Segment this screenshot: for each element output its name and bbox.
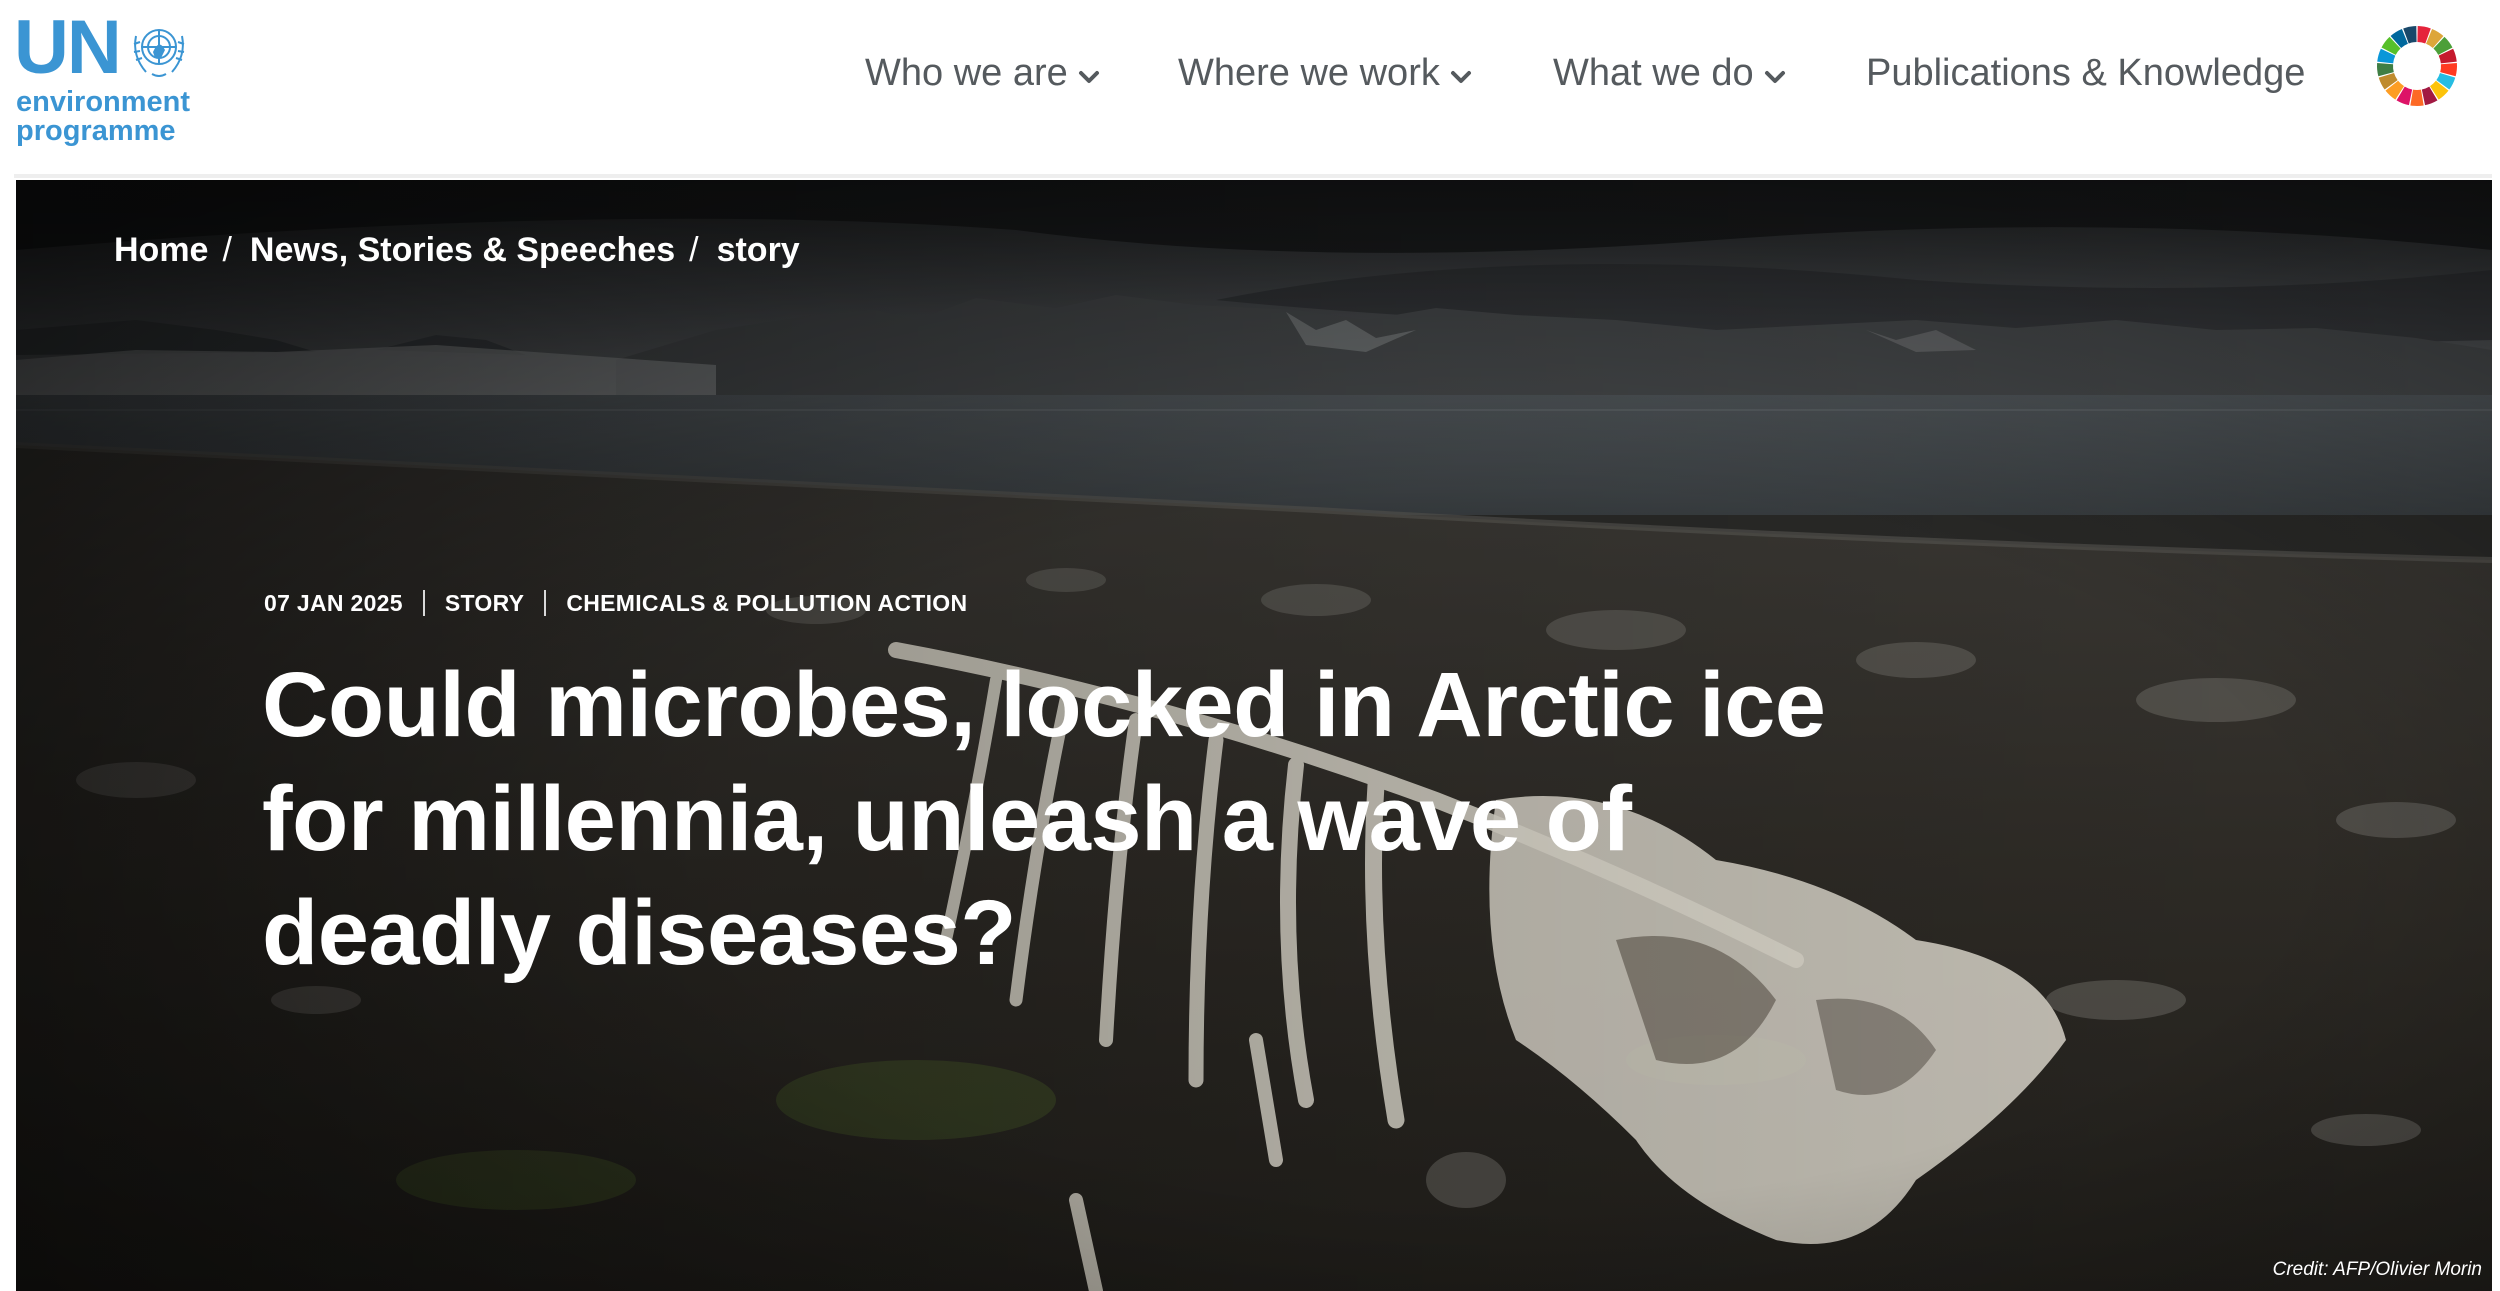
nav-label: Where we work	[1178, 52, 1440, 94]
chevron-down-icon	[1450, 71, 1471, 83]
article-date: 07 JAN 2025	[264, 589, 403, 616]
nav-label: What we do	[1553, 52, 1754, 94]
breadcrumb-home[interactable]: Home	[114, 231, 208, 270]
nav-what-we-do[interactable]: What we do	[1553, 48, 1786, 98]
sdg-wheel-segment	[2410, 89, 2424, 106]
article-type-link[interactable]: STORY	[445, 590, 524, 617]
article-topic-link[interactable]: CHEMICALS & POLLUTION ACTION	[566, 590, 967, 617]
breadcrumb-news-stories-speeches[interactable]: News, Stories & Speeches	[250, 231, 675, 270]
un-emblem-icon	[133, 29, 185, 77]
nav-who-we-are[interactable]: Who we are	[865, 48, 1100, 98]
nav-publications-knowledge[interactable]: Publications & Knowledge	[1866, 48, 2305, 98]
logo-wordmark: UN	[14, 5, 122, 90]
breadcrumb: Home / News, Stories & Speeches / story	[114, 230, 800, 270]
meta-divider	[422, 590, 425, 616]
nav-label: Publications & Knowledge	[1866, 52, 2306, 94]
logo-line-environment: environment	[16, 86, 191, 118]
sdg-wheel-icon[interactable]	[2376, 25, 2458, 107]
breadcrumb-current-story[interactable]: story	[717, 231, 800, 270]
unep-logo[interactable]: UN environment programme	[14, 10, 204, 150]
image-credit: Credit: AFP/Olivier Morin	[2272, 1259, 2482, 1280]
breadcrumb-separator: /	[689, 230, 699, 269]
logo-subtitle: environment programme	[16, 88, 190, 146]
chevron-down-icon	[1764, 71, 1785, 83]
hero-banner: Home / News, Stories & Speeches / story …	[16, 180, 2492, 1291]
site-header: UN environment programme Who we are Wher…	[0, 0, 2500, 178]
nav-where-we-work[interactable]: Where we work	[1178, 48, 1472, 98]
meta-divider	[544, 590, 547, 616]
breadcrumb-separator: /	[222, 230, 232, 269]
chevron-down-icon	[1078, 71, 1099, 83]
article-meta: 07 JAN 2025 STORY CHEMICALS & POLLUTION …	[264, 588, 967, 618]
article-title: Could microbes, locked in Arctic ice for…	[262, 654, 1826, 984]
logo-line-programme: programme	[16, 115, 176, 147]
header-divider	[14, 174, 2492, 178]
nav-label: Who we are	[865, 52, 1068, 94]
